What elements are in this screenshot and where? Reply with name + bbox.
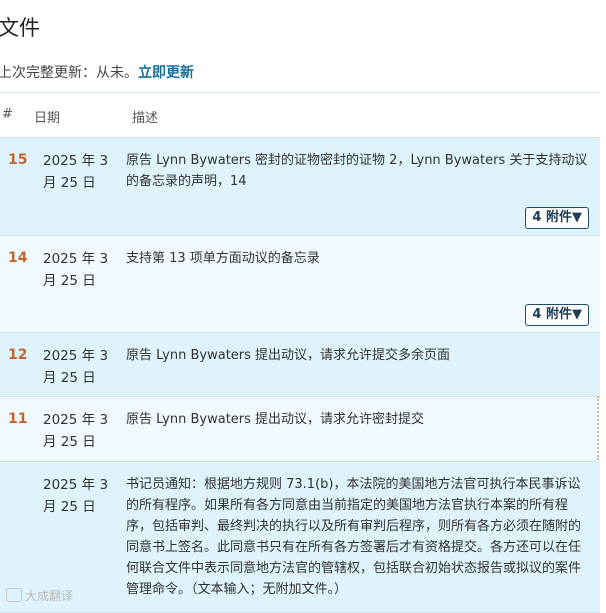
- entry-number[interactable]: 14: [8, 250, 27, 266]
- entry-number[interactable]: 12: [8, 347, 27, 363]
- column-header-description[interactable]: 描述: [132, 107, 158, 126]
- table-row: 11 2025 年 3 月 25 日 原告 Lynn Bywaters 提出动议…: [0, 397, 600, 462]
- table-row: 15 2025 年 3 月 25 日 原告 Lynn Bywaters 密封的证…: [0, 138, 600, 236]
- watermark: 大成翻译: [6, 587, 73, 604]
- entry-description[interactable]: 原告 Lynn Bywaters 提出动议，请求允许密封提交: [126, 409, 590, 430]
- table-header: # 日期 描述: [0, 93, 600, 138]
- entry-date: 2025 年 3 月 25 日: [43, 348, 109, 386]
- documents-table: # 日期 描述 15 2025 年 3 月 25 日 原告 Lynn Bywat…: [0, 92, 600, 613]
- attachments-dropdown-button[interactable]: 4 附件▼: [525, 304, 589, 326]
- column-header-date[interactable]: 日期: [34, 107, 60, 126]
- entry-description[interactable]: 原告 Lynn Bywaters 提出动议，请求允许提交多余页面: [126, 345, 590, 366]
- last-update-status: 上次完整更新：从未。立即更新: [0, 62, 194, 82]
- entry-description[interactable]: 原告 Lynn Bywaters 密封的证物密封的证物 2，Lynn Bywat…: [126, 150, 590, 192]
- entry-date: 2025 年 3 月 25 日: [43, 251, 109, 289]
- entry-number[interactable]: 11: [8, 411, 27, 427]
- attachments-dropdown-button[interactable]: 4 附件▼: [525, 207, 589, 229]
- entry-date: 2025 年 3 月 25 日: [43, 477, 109, 515]
- entry-date: 2025 年 3 月 25 日: [43, 153, 109, 191]
- entry-date: 2025 年 3 月 25 日: [43, 412, 109, 450]
- last-update-label: 上次完整更新：从未。: [0, 65, 138, 81]
- column-header-number[interactable]: #: [2, 107, 13, 122]
- watermark-text: 大成翻译: [25, 589, 74, 603]
- table-row: 12 2025 年 3 月 25 日 原告 Lynn Bywaters 提出动议…: [0, 333, 600, 397]
- update-now-link[interactable]: 立即更新: [138, 65, 194, 81]
- entry-description[interactable]: 支持第 13 项单方面动议的备忘录: [126, 248, 590, 269]
- table-row: 2025 年 3 月 25 日 书记员通知：根据地方规则 73.1(b)，本法院…: [0, 462, 600, 613]
- translator-logo-icon: [6, 588, 22, 602]
- entry-number[interactable]: 15: [8, 152, 27, 168]
- entry-description: 书记员通知：根据地方规则 73.1(b)，本法院的美国地方法官可执行本民事诉讼的…: [126, 477, 582, 597]
- table-row: 14 2025 年 3 月 25 日 支持第 13 项单方面动议的备忘录 4 附…: [0, 236, 600, 333]
- scroll-edge-indicator: [597, 396, 599, 460]
- page-title: 文件: [0, 16, 40, 40]
